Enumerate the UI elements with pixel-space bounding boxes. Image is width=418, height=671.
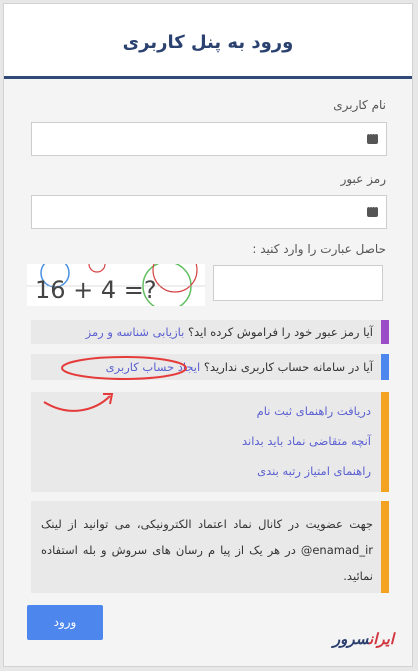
login-panel: ورود به پنل کاربری نام کاربری رمز عبور ح… [3, 3, 413, 667]
panel-header: ورود به پنل کاربری [4, 4, 412, 79]
create-account-link[interactable]: ایجاد حساب کاربری [106, 360, 201, 374]
registration-guide-link[interactable]: دریافت راهنمای ثبت نام [257, 404, 371, 418]
forgot-row-accent [381, 320, 389, 344]
notice-text: جهت عضویت در کانال نماد اعتماد الکترونیک… [41, 517, 373, 583]
keyboard-icon [367, 131, 378, 144]
guides-box: دریافت راهنمای ثبت نام آنچه متقاضی نماد … [31, 392, 389, 492]
captcha-label: حاصل عبارت را وارد کنید : [252, 242, 386, 256]
forgot-password-row: آیا رمز عبور خود را فراموش کرده اید؟ باز… [31, 320, 389, 344]
notice-box: جهت عضویت در کانال نماد اعتماد الکترونیک… [31, 501, 389, 593]
captcha-graphic: 16 + 4 =? [27, 264, 205, 306]
captcha-text: 16 + 4 =? [35, 276, 157, 304]
password-input[interactable] [31, 195, 387, 229]
notice-accent [381, 501, 389, 593]
username-input[interactable] [31, 122, 387, 156]
username-label: نام کاربری [333, 98, 386, 112]
captcha-image[interactable]: 16 + 4 =? [27, 264, 205, 306]
password-label: رمز عبور [340, 172, 386, 186]
guides-accent [381, 392, 389, 492]
applicant-info-link[interactable]: آنچه متقاضی نماد باید بداند [242, 434, 371, 448]
keyboard-icon [367, 204, 378, 217]
iranserver-logo: ایرانسرور [332, 630, 394, 648]
recover-credentials-link[interactable]: بازیابی شناسه و رمز [86, 325, 185, 339]
register-row-accent [381, 354, 389, 380]
rating-guide-link[interactable]: راهنمای امتیاز رتبه بندی [257, 464, 371, 478]
captcha-input[interactable] [213, 265, 383, 301]
login-button[interactable]: ورود [27, 605, 103, 640]
page-title: ورود به پنل کاربری [122, 32, 294, 53]
register-row: آیا در سامانه حساب کاربری ندارید؟ ایجاد … [31, 354, 389, 380]
forgot-text: آیا رمز عبور خود را فراموش کرده اید؟ [188, 325, 373, 339]
register-text: آیا در سامانه حساب کاربری ندارید؟ [203, 360, 373, 374]
